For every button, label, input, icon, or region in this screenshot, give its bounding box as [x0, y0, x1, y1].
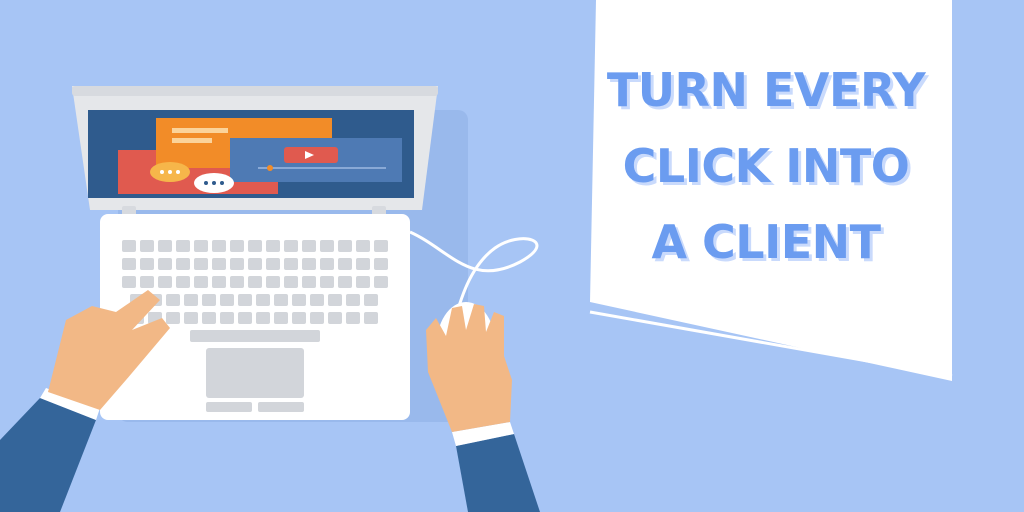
keyboard-key: [356, 258, 370, 270]
keyboard-key: [166, 312, 180, 324]
keyboard-key: [374, 258, 388, 270]
keyboard-key: [328, 294, 342, 306]
keyboard-key: [274, 312, 288, 324]
keyboard-key: [220, 312, 234, 324]
ad-banner: TURN EVERY CLICK INTO A CLIENT: [0, 0, 1024, 512]
keyboard-key: [374, 276, 388, 288]
lid-edge: [72, 86, 438, 96]
keyboard-key: [140, 258, 154, 270]
keyboard-key: [212, 240, 226, 252]
touchpad: [206, 348, 304, 398]
keyboard-key: [122, 240, 136, 252]
window-line: [172, 138, 212, 143]
keyboard-key: [292, 312, 306, 324]
keyboard-key: [338, 276, 352, 288]
window-line: [172, 128, 228, 133]
headline-line-1: TURN EVERY: [606, 63, 926, 117]
keyboard-key: [328, 312, 342, 324]
keyboard-key: [310, 312, 324, 324]
keyboard-key: [346, 294, 360, 306]
headline: TURN EVERY CLICK INTO A CLIENT: [596, 52, 936, 280]
keyboard-key: [122, 276, 136, 288]
keyboard-key: [158, 276, 172, 288]
keyboard-key: [284, 240, 298, 252]
keyboard-key: [140, 276, 154, 288]
keyboard-key: [158, 240, 172, 252]
keyboard-key: [284, 276, 298, 288]
keyboard-key: [122, 258, 136, 270]
keyboard-key: [176, 276, 190, 288]
headline-line-2: CLICK INTO: [622, 139, 910, 193]
keyboard-key: [266, 276, 280, 288]
speech-bubble-icon: [150, 162, 190, 182]
keyboard-key: [338, 240, 352, 252]
keyboard-key: [302, 240, 316, 252]
keyboard-key: [320, 258, 334, 270]
headline-line-3: A CLIENT: [651, 215, 881, 269]
keyboard-key: [176, 240, 190, 252]
keyboard-key: [266, 240, 280, 252]
keyboard-key: [256, 312, 270, 324]
keyboard-key: [374, 240, 388, 252]
keyboard-key: [356, 276, 370, 288]
keyboard-key: [364, 294, 378, 306]
speech-bubble-icon: [194, 173, 234, 193]
keyboard-key: [256, 294, 270, 306]
keyboard-key: [202, 312, 216, 324]
keyboard-key: [310, 294, 324, 306]
keyboard-key: [158, 258, 172, 270]
keyboard-key: [220, 294, 234, 306]
keyboard-key: [338, 258, 352, 270]
progress-knob: [267, 165, 273, 171]
keyboard-key: [238, 312, 252, 324]
keyboard-key: [184, 294, 198, 306]
keyboard-key: [230, 258, 244, 270]
keyboard-key: [266, 258, 280, 270]
keyboard-key: [230, 240, 244, 252]
keyboard-key: [356, 240, 370, 252]
keyboard-key: [166, 294, 180, 306]
keyboard-key: [248, 258, 262, 270]
keyboard-key: [320, 276, 334, 288]
keyboard-key: [248, 240, 262, 252]
space-bar: [190, 330, 320, 342]
keyboard-key: [140, 240, 154, 252]
keyboard-key: [284, 258, 298, 270]
keyboard-key: [184, 312, 198, 324]
keyboard-key: [320, 240, 334, 252]
keyboard-key: [194, 258, 208, 270]
keyboard-key: [202, 294, 216, 306]
keyboard-key: [302, 258, 316, 270]
keyboard-key: [212, 258, 226, 270]
keyboard-key: [176, 258, 190, 270]
touchpad-right-button: [258, 402, 304, 412]
keyboard-key: [194, 276, 208, 288]
keyboard-key: [346, 312, 360, 324]
keyboard-key: [212, 276, 226, 288]
keyboard-key: [274, 294, 288, 306]
keyboard-key: [302, 276, 316, 288]
keyboard-key: [248, 276, 262, 288]
keyboard-key: [230, 276, 244, 288]
keyboard-key: [292, 294, 306, 306]
touchpad-left-button: [206, 402, 252, 412]
keyboard-key: [364, 312, 378, 324]
keyboard-key: [194, 240, 208, 252]
keyboard-key: [238, 294, 252, 306]
